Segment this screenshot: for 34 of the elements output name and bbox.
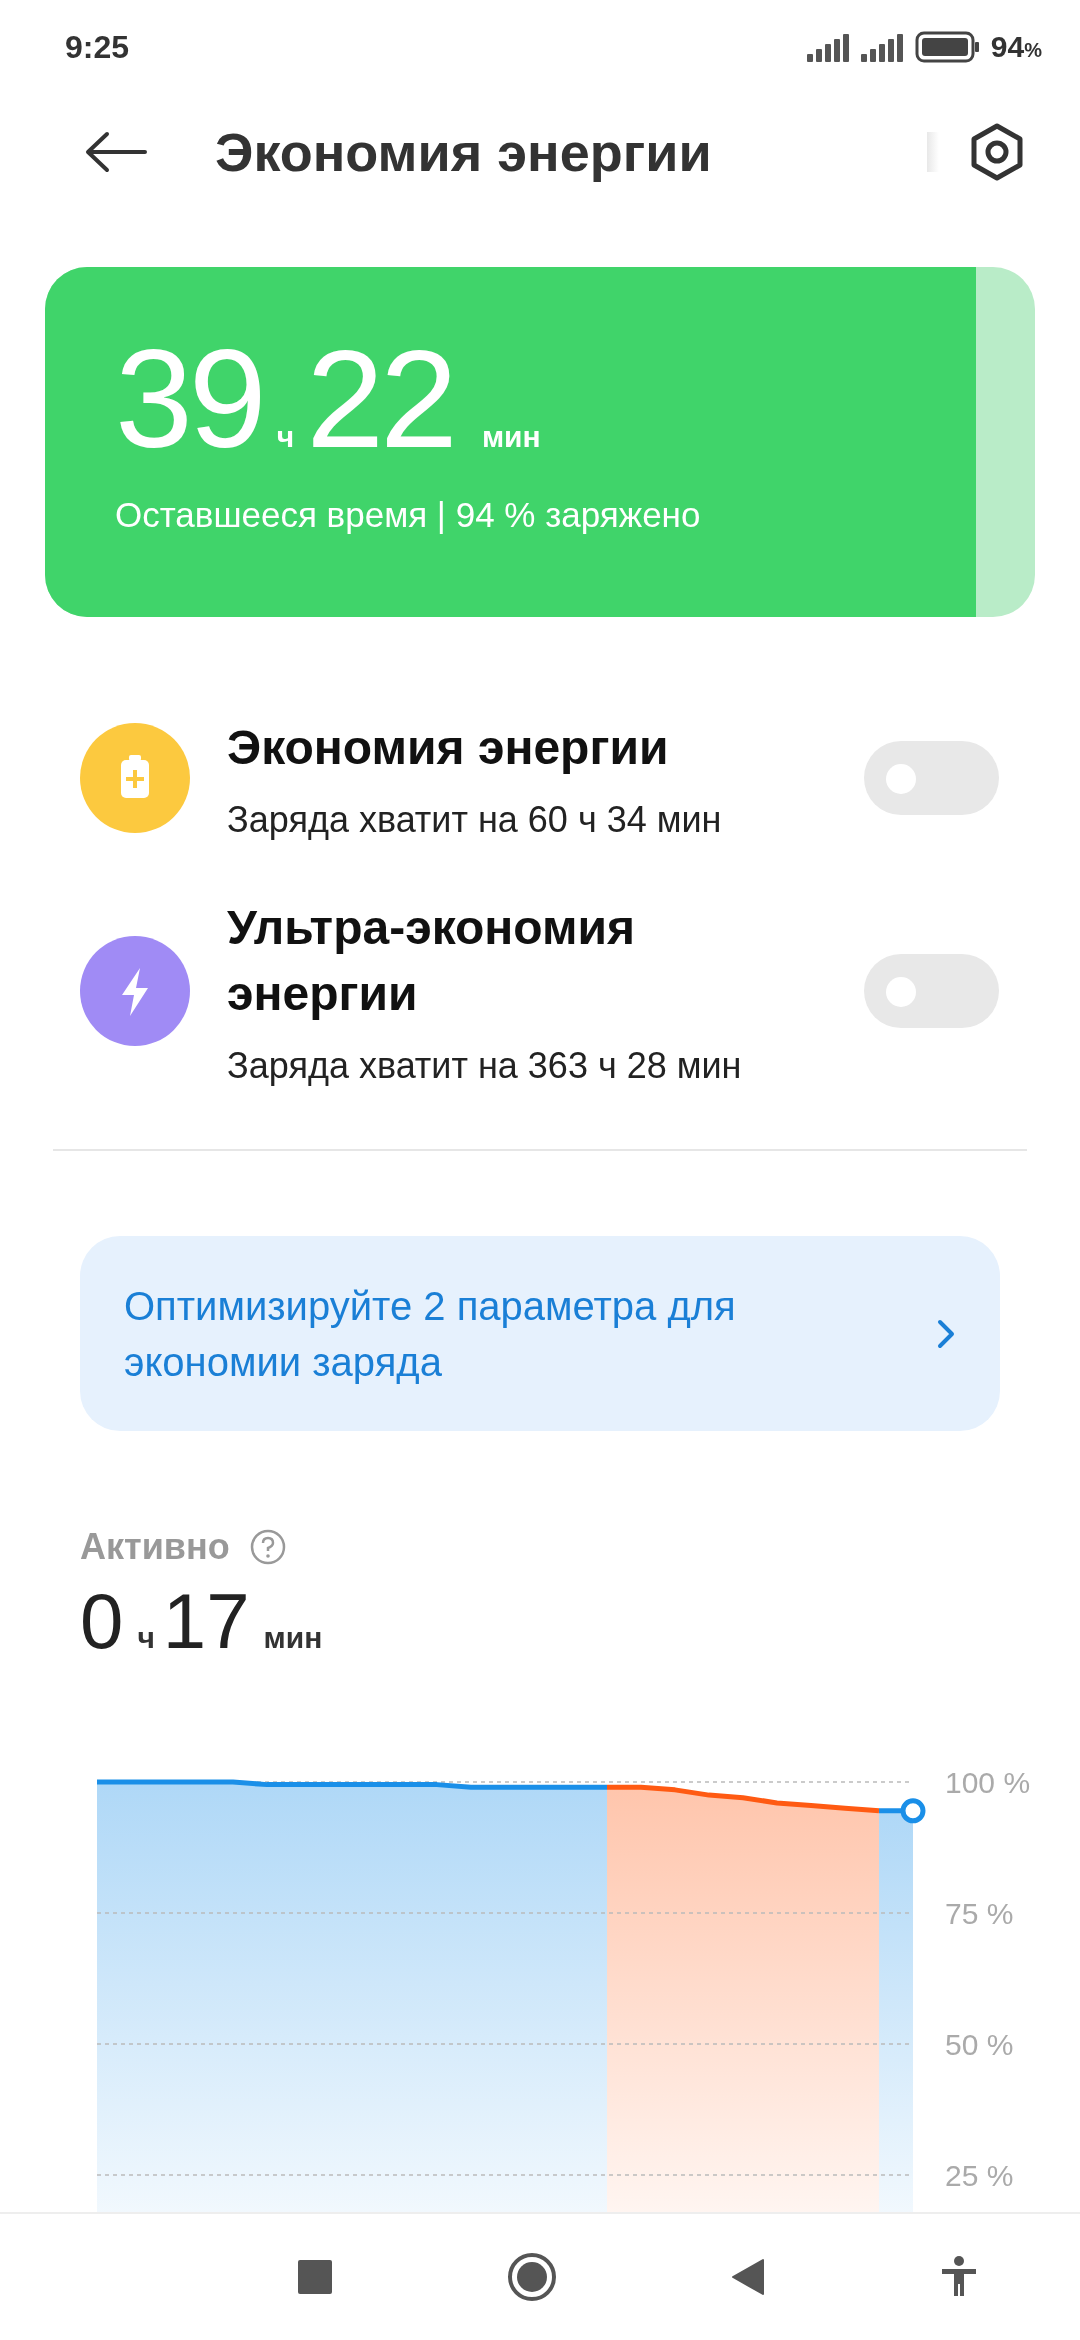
active-label: Активно bbox=[80, 1526, 230, 1568]
hours-value: 39 bbox=[115, 329, 263, 469]
battery-percent: 94% bbox=[990, 30, 1042, 65]
active-minutes: 17 bbox=[162, 1582, 250, 1660]
current-point bbox=[900, 1798, 926, 1824]
mode-title: Экономия энергии bbox=[227, 720, 670, 776]
signal-icon bbox=[806, 32, 851, 63]
mode-estimate: Заряда хватит на 60 ч 34 мин bbox=[227, 799, 723, 841]
active-hours-unit: ч bbox=[137, 1621, 155, 1655]
status-time: 9:25 bbox=[65, 28, 130, 66]
battery-icon bbox=[914, 31, 981, 64]
active-hours: 0 bbox=[80, 1582, 124, 1660]
remaining-time-label: Оставшееся время | 94 % заряжено bbox=[115, 495, 702, 535]
home-icon[interactable] bbox=[506, 2252, 557, 2302]
mode-title: Ультра-экономия энергии bbox=[227, 900, 637, 1022]
y-axis-label: 50 % bbox=[945, 2028, 1014, 2061]
page-title: Экономия энергии bbox=[215, 120, 713, 183]
help-icon[interactable] bbox=[249, 1529, 286, 1565]
mode-estimate: Заряда хватит на 363 ч 28 мин bbox=[227, 1045, 743, 1087]
y-axis-label: 100 % bbox=[945, 1766, 1031, 1799]
minutes-unit: мин bbox=[481, 420, 541, 454]
back-nav-icon[interactable] bbox=[731, 2258, 766, 2296]
active-minutes-unit: мин bbox=[263, 1621, 323, 1655]
minutes-value: 22 bbox=[306, 329, 454, 469]
signal-icon bbox=[860, 32, 905, 63]
optimize-text: Оптимизируйте 2 параметра для экономии заряда bbox=[124, 1282, 737, 1386]
chevron-icon bbox=[936, 1317, 956, 1350]
y-axis-label: 25 % bbox=[945, 2159, 1014, 2192]
accessibility-icon[interactable] bbox=[939, 2256, 978, 2298]
back-icon[interactable] bbox=[85, 130, 147, 173]
hours-unit: ч bbox=[276, 420, 295, 454]
y-axis-label: 75 % bbox=[945, 1897, 1014, 1930]
settings-icon[interactable] bbox=[969, 121, 1025, 182]
optimize-banner[interactable]: Оптимизируйте 2 параметра для экономии заряда bbox=[80, 1236, 1000, 1431]
